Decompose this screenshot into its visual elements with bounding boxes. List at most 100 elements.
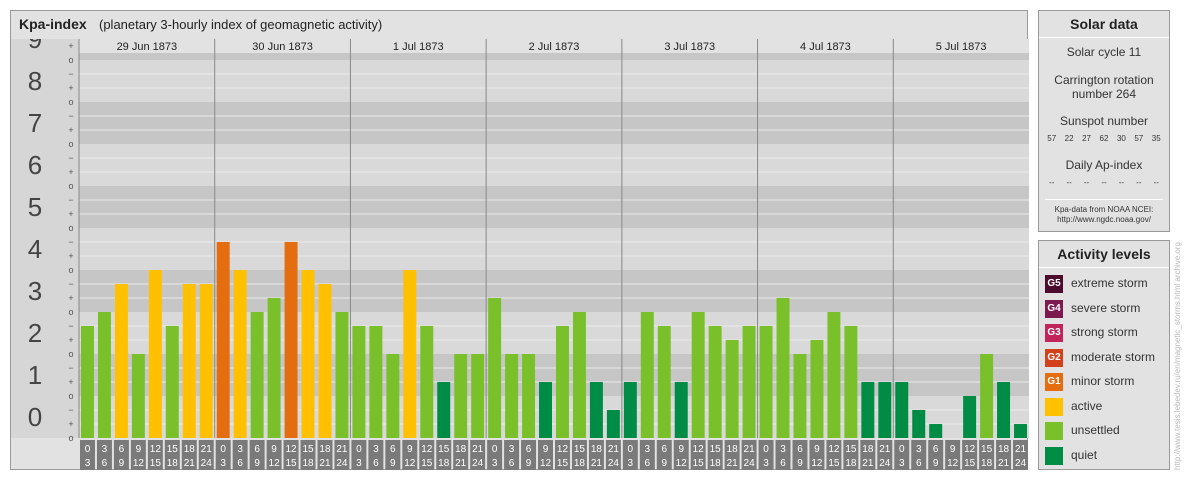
y-tick-label: 3 bbox=[28, 276, 42, 306]
hour-start-label: 15 bbox=[845, 444, 857, 455]
hour-start-label: 9 bbox=[543, 444, 549, 455]
sunspot-values: 57 22 27 62 30 57 35 bbox=[1039, 134, 1169, 143]
kp-bar bbox=[114, 283, 128, 438]
third-marker: o bbox=[68, 391, 73, 401]
kp-bar bbox=[589, 382, 603, 438]
hour-start-label: 15 bbox=[167, 444, 179, 455]
kp-band bbox=[79, 144, 1029, 186]
kp-bar bbox=[657, 325, 671, 438]
kp-bar bbox=[182, 283, 196, 438]
hour-start-label: 9 bbox=[950, 444, 956, 455]
ap-value: -- bbox=[1066, 178, 1072, 187]
hour-start-label: 0 bbox=[85, 444, 91, 455]
third-marker: o bbox=[68, 349, 73, 359]
kp-band bbox=[79, 60, 1029, 102]
hour-start-label: 12 bbox=[693, 444, 705, 455]
hour-end-label: 3 bbox=[628, 458, 634, 469]
hour-end-label: 15 bbox=[964, 458, 976, 469]
kp-bar bbox=[437, 382, 451, 438]
kp-bar bbox=[708, 325, 722, 438]
hour-end-label: 18 bbox=[981, 458, 993, 469]
kp-bar bbox=[131, 354, 145, 438]
kp-bar bbox=[369, 325, 383, 438]
kp-bar bbox=[454, 354, 468, 438]
kp-bar bbox=[776, 298, 790, 438]
hour-end-label: 24 bbox=[201, 458, 213, 469]
third-marker: − bbox=[68, 195, 73, 205]
third-marker: + bbox=[68, 209, 73, 219]
legend-swatch bbox=[1045, 446, 1063, 465]
ap-value: -- bbox=[1083, 178, 1090, 187]
hour-start-label: 12 bbox=[285, 444, 297, 455]
day-label: 29 Jun 1873 bbox=[117, 41, 178, 53]
third-marker: + bbox=[68, 41, 73, 51]
legend-label: quiet bbox=[1071, 447, 1098, 462]
kp-bar bbox=[403, 270, 417, 438]
hour-start-label: 12 bbox=[557, 444, 569, 455]
hour-end-label: 21 bbox=[998, 458, 1010, 469]
hour-end-label: 15 bbox=[421, 458, 433, 469]
y-tick-label: 2 bbox=[28, 318, 42, 348]
hour-end-label: 15 bbox=[150, 458, 162, 469]
kp-bar bbox=[267, 298, 281, 438]
kp-bar bbox=[572, 312, 586, 438]
kp-bar bbox=[997, 382, 1011, 438]
hour-end-label: 21 bbox=[319, 458, 331, 469]
legend-label: extreme storm bbox=[1071, 276, 1148, 290]
kp-bar bbox=[81, 325, 94, 438]
hour-end-label: 3 bbox=[220, 458, 226, 469]
hour-end-label: 21 bbox=[862, 458, 874, 469]
hour-end-label: 24 bbox=[744, 458, 756, 469]
hour-end-label: 3 bbox=[763, 458, 769, 469]
legend-swatch bbox=[1045, 397, 1063, 416]
third-marker: o bbox=[68, 97, 73, 107]
hour-end-label: 12 bbox=[676, 458, 688, 469]
kp-bar bbox=[929, 424, 943, 438]
hour-start-label: 3 bbox=[509, 444, 515, 455]
hour-start-label: 21 bbox=[1015, 444, 1027, 455]
kp-bar bbox=[810, 340, 824, 438]
kp-bar bbox=[386, 354, 400, 438]
legend-swatch: G3 bbox=[1045, 324, 1063, 342]
hour-start-label: 9 bbox=[407, 444, 413, 455]
kp-bar bbox=[420, 325, 434, 438]
hour-start-label: 21 bbox=[336, 444, 348, 455]
sunspot-value: 57 bbox=[1047, 134, 1057, 143]
hour-end-label: 21 bbox=[591, 458, 603, 469]
kp-bar bbox=[691, 312, 705, 438]
third-marker: + bbox=[68, 335, 73, 345]
ap-values: -- -- -- -- -- -- -- bbox=[1039, 178, 1169, 187]
hour-end-label: 21 bbox=[184, 458, 196, 469]
hour-start-label: 12 bbox=[150, 444, 162, 455]
third-marker: − bbox=[68, 237, 73, 247]
hour-end-label: 3 bbox=[356, 458, 362, 469]
chart-title: Kpa-index bbox=[19, 16, 87, 32]
hour-start-label: 6 bbox=[390, 444, 396, 455]
hour-end-label: 3 bbox=[492, 458, 498, 469]
hour-start-label: 18 bbox=[591, 444, 603, 455]
hour-start-label: 18 bbox=[727, 444, 739, 455]
sunspot-value: 30 bbox=[1116, 134, 1126, 143]
third-marker: + bbox=[68, 251, 73, 261]
hour-end-label: 6 bbox=[916, 458, 922, 469]
solar-data-panel: Solar data Solar cycle 11 Carrington rot… bbox=[1038, 10, 1170, 232]
legend-item: G4 severe storm bbox=[1045, 299, 1167, 318]
hour-start-label: 0 bbox=[763, 444, 769, 455]
kp-bar bbox=[1014, 424, 1027, 438]
hour-start-label: 0 bbox=[356, 444, 362, 455]
kp-bar bbox=[165, 325, 179, 438]
kpa-chart: 0123456789o+−o+−o+−o+−o+−o+−o+−o+−o+−o+ 2… bbox=[11, 24, 1029, 470]
kp-bar bbox=[827, 312, 841, 438]
third-marker: + bbox=[68, 293, 73, 303]
ap-value: -- bbox=[1101, 178, 1107, 187]
hour-end-label: 6 bbox=[780, 458, 786, 469]
kp-bar bbox=[556, 325, 569, 438]
hour-start-label: 18 bbox=[455, 444, 467, 455]
hour-end-label: 9 bbox=[254, 458, 260, 469]
source-link[interactable]: http://www.ngdc.noaa.gov/ bbox=[1039, 215, 1169, 225]
credit-label: http://www.tesis.lebedev.ru/en/magnetic_… bbox=[1173, 242, 1182, 470]
hour-end-label: 12 bbox=[133, 458, 145, 469]
hour-end-label: 9 bbox=[661, 458, 667, 469]
source-line-1: Kpa-data from NOAA NCEI: bbox=[1054, 205, 1154, 214]
kp-bar bbox=[759, 325, 773, 438]
